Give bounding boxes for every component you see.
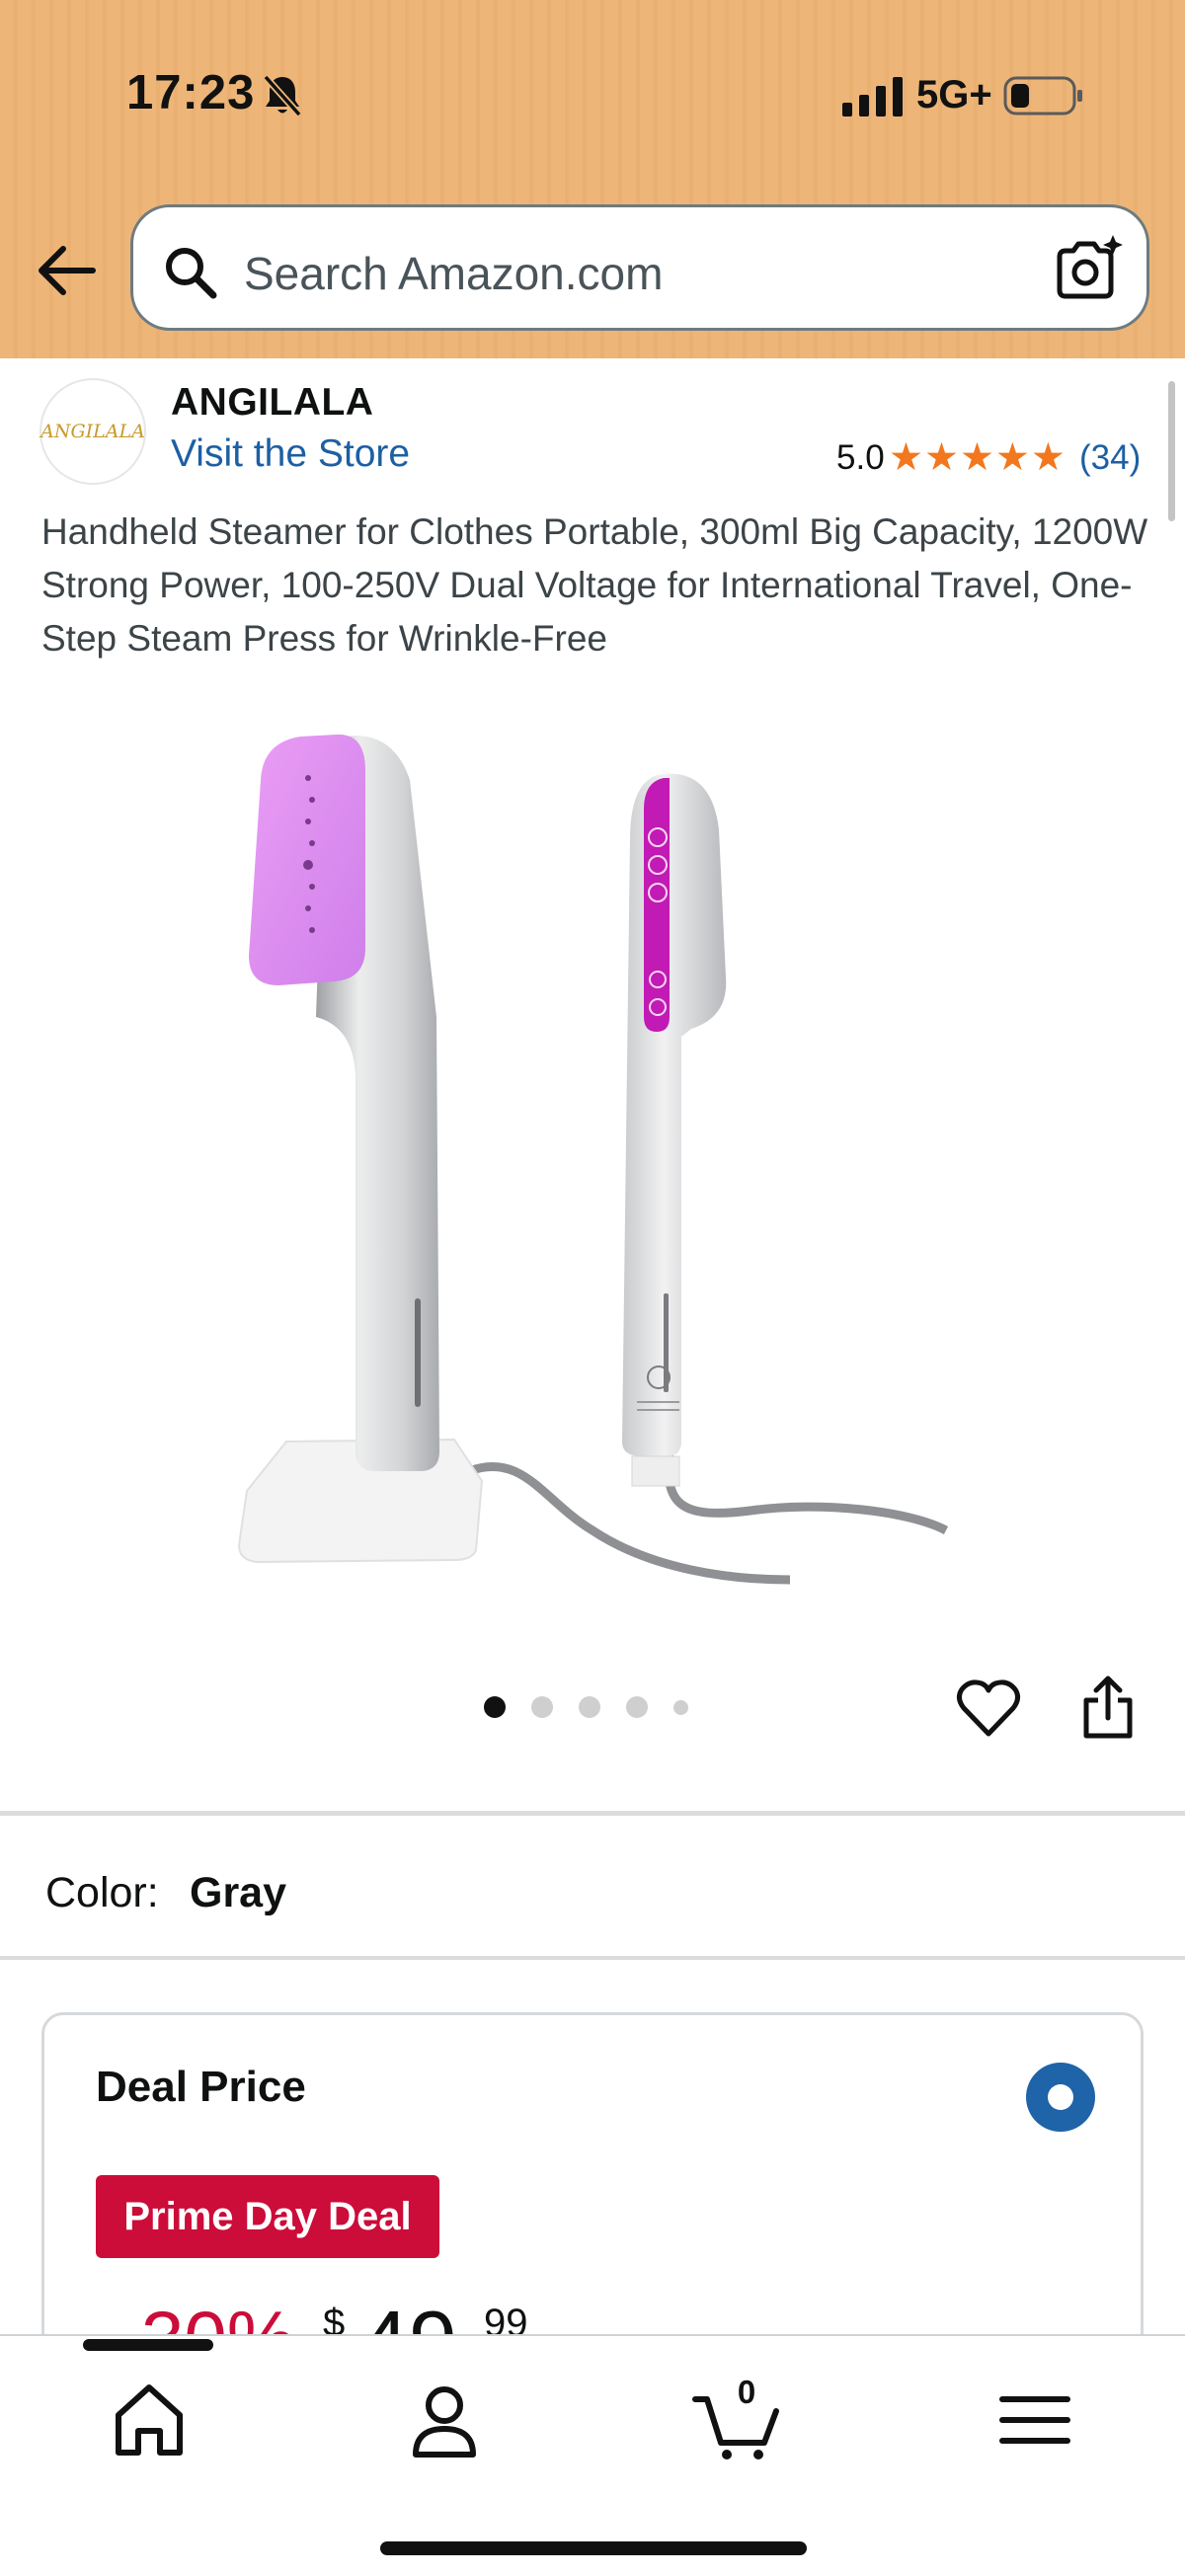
star-icon: ★ <box>889 436 923 479</box>
star-icon: ★ <box>923 436 959 479</box>
account-icon[interactable] <box>400 2376 489 2464</box>
product-image[interactable] <box>217 721 968 1590</box>
carousel-dot[interactable] <box>579 1696 600 1718</box>
carousel-dot[interactable] <box>673 1699 688 1715</box>
color-value: Gray <box>190 1869 287 1916</box>
prime-day-badge: Prime Day Deal <box>96 2175 439 2258</box>
star-icon: ★ <box>959 436 994 479</box>
rating-count-link[interactable]: (34) <box>1079 438 1141 478</box>
bottom-navigation: 0 <box>0 2334 1185 2576</box>
section-divider <box>0 1956 1185 1960</box>
image-carousel-dots[interactable] <box>484 1696 688 1718</box>
store-logo[interactable]: ANGILALA <box>40 378 146 485</box>
product-title: Handheld Steamer for Clothes Portable, 3… <box>41 511 1148 659</box>
search-bar[interactable]: Search Amazon.com <box>130 204 1149 331</box>
deal-title: Deal Price <box>96 2063 306 2111</box>
signal-icon <box>842 77 903 117</box>
visit-store-link[interactable]: Visit the Store <box>171 432 410 476</box>
rating-value: 5.0 <box>836 438 885 477</box>
deal-radio-button[interactable] <box>1026 2063 1095 2132</box>
radio-selected-indicator <box>1048 2084 1073 2110</box>
star-rating[interactable]: ★ ★ ★ ★ ★ <box>889 438 1066 478</box>
status-time: 17:23 <box>126 66 256 119</box>
bell-off-icon <box>263 74 302 117</box>
brand-name: ANGILALA <box>171 381 374 424</box>
section-divider <box>0 1811 1185 1816</box>
color-label: Color: <box>45 1869 159 1916</box>
search-icon <box>166 248 217 299</box>
carousel-dot[interactable] <box>531 1696 553 1718</box>
cart-count: 0 <box>737 2374 756 2410</box>
network-label: 5G+ <box>916 73 992 117</box>
menu-icon[interactable] <box>990 2376 1079 2464</box>
star-icon: ★ <box>994 436 1030 479</box>
back-arrow-icon[interactable] <box>34 241 99 300</box>
battery-icon <box>1003 76 1082 116</box>
camera-icon[interactable] <box>1052 233 1123 304</box>
star-icon: ★ <box>1030 436 1066 479</box>
home-indicator[interactable] <box>380 2541 807 2555</box>
heart-icon[interactable] <box>956 1678 1021 1740</box>
carousel-dot[interactable] <box>626 1696 648 1718</box>
search-input[interactable]: Search Amazon.com <box>244 247 663 300</box>
carousel-dot-active[interactable] <box>484 1696 506 1718</box>
home-icon[interactable] <box>105 2376 194 2464</box>
header-bar: 17:23 5G+ Search Amazon.com <box>0 0 1185 358</box>
share-icon[interactable] <box>1080 1675 1136 1740</box>
nav-active-indicator <box>83 2339 213 2351</box>
scrollbar[interactable] <box>1168 381 1175 521</box>
